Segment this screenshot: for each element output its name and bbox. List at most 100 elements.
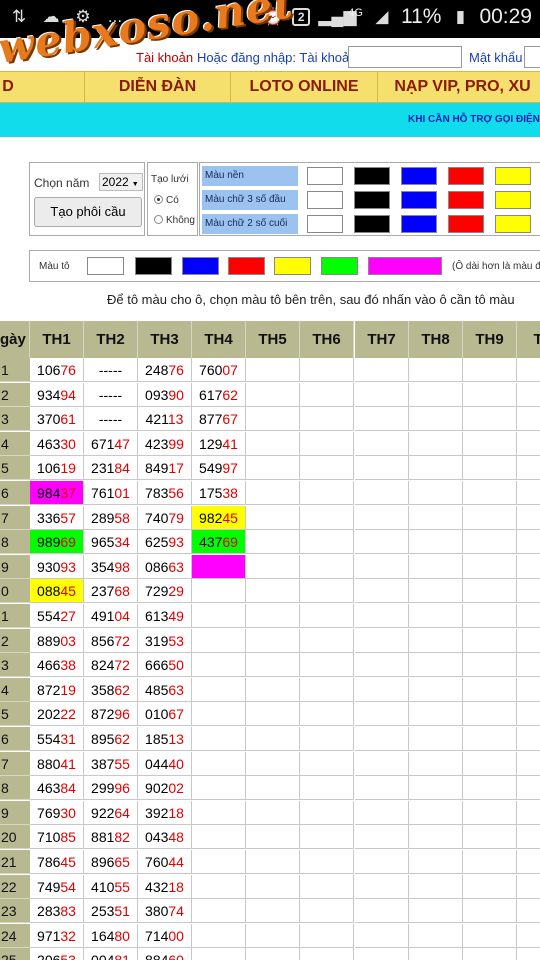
table-cell[interactable]: 38755 bbox=[84, 751, 138, 776]
swatch-black[interactable] bbox=[354, 167, 390, 185]
table-cell[interactable] bbox=[246, 727, 300, 751]
table-cell[interactable] bbox=[463, 702, 517, 727]
table-cell[interactable] bbox=[517, 923, 540, 948]
table-cell[interactable] bbox=[517, 456, 540, 481]
swatch-red[interactable] bbox=[448, 215, 484, 233]
table-cell[interactable] bbox=[463, 751, 517, 776]
table-cell[interactable] bbox=[517, 505, 540, 530]
table-cell[interactable] bbox=[192, 874, 246, 899]
table-cell[interactable] bbox=[355, 407, 409, 432]
table-cell[interactable] bbox=[463, 727, 517, 751]
table-cell[interactable]: 35498 bbox=[84, 554, 138, 579]
table-cell[interactable] bbox=[409, 702, 463, 727]
table-cell[interactable] bbox=[463, 481, 517, 505]
table-cell[interactable] bbox=[300, 481, 354, 505]
year-select[interactable]: 2022 ▼ bbox=[99, 173, 143, 191]
table-cell[interactable] bbox=[246, 899, 300, 924]
table-cell[interactable] bbox=[355, 850, 409, 874]
table-cell[interactable]: 82472 bbox=[84, 653, 138, 678]
table-cell[interactable]: 89665 bbox=[84, 850, 138, 874]
table-cell[interactable] bbox=[517, 874, 540, 899]
table-cell[interactable] bbox=[355, 653, 409, 678]
table-cell[interactable] bbox=[246, 407, 300, 432]
table-cell[interactable] bbox=[409, 653, 463, 678]
table-cell[interactable]: 10676 bbox=[30, 358, 84, 382]
table-cell[interactable]: 28958 bbox=[84, 505, 138, 530]
table-cell[interactable]: 72929 bbox=[138, 579, 192, 604]
table-cell[interactable] bbox=[517, 825, 540, 850]
table-cell[interactable]: 74954 bbox=[30, 874, 84, 899]
table-cell[interactable]: 48563 bbox=[138, 677, 192, 702]
table-cell[interactable]: 62593 bbox=[138, 530, 192, 555]
table-cell[interactable] bbox=[246, 850, 300, 874]
table-cell[interactable] bbox=[246, 431, 300, 456]
paint-white[interactable] bbox=[87, 257, 124, 275]
table-cell[interactable] bbox=[409, 948, 463, 960]
table-cell[interactable]: 39218 bbox=[138, 800, 192, 825]
table-cell[interactable] bbox=[517, 431, 540, 456]
table-cell[interactable] bbox=[409, 431, 463, 456]
paint-yellow[interactable] bbox=[274, 257, 311, 275]
table-cell[interactable] bbox=[409, 899, 463, 924]
table-cell[interactable] bbox=[192, 628, 246, 653]
table-cell[interactable] bbox=[246, 505, 300, 530]
swatch-yellow[interactable] bbox=[495, 167, 531, 185]
table-cell[interactable] bbox=[355, 948, 409, 960]
table-cell[interactable]: 23184 bbox=[84, 456, 138, 481]
table-cell[interactable]: 85672 bbox=[84, 628, 138, 653]
table-cell[interactable] bbox=[517, 530, 540, 555]
table-cell[interactable] bbox=[192, 604, 246, 628]
table-cell[interactable] bbox=[246, 751, 300, 776]
table-cell[interactable] bbox=[409, 604, 463, 628]
table-cell[interactable] bbox=[517, 358, 540, 382]
table-cell[interactable]: 71400 bbox=[138, 923, 192, 948]
table-cell[interactable]: 12941 bbox=[192, 431, 246, 456]
table-cell[interactable] bbox=[463, 530, 517, 555]
table-cell[interactable] bbox=[192, 751, 246, 776]
table-cell[interactable] bbox=[300, 751, 354, 776]
radio-off-icon[interactable] bbox=[154, 215, 163, 224]
table-cell[interactable] bbox=[246, 604, 300, 628]
table-cell[interactable] bbox=[517, 579, 540, 604]
username-input[interactable] bbox=[348, 46, 462, 68]
table-cell[interactable] bbox=[355, 825, 409, 850]
table-cell[interactable] bbox=[300, 431, 354, 456]
table-cell[interactable] bbox=[192, 702, 246, 727]
table-cell[interactable] bbox=[355, 554, 409, 579]
table-cell[interactable] bbox=[355, 579, 409, 604]
table-cell[interactable]: 09390 bbox=[138, 382, 192, 407]
table-cell[interactable] bbox=[517, 899, 540, 924]
table-cell[interactable]: 76101 bbox=[84, 481, 138, 505]
table-cell[interactable] bbox=[409, 677, 463, 702]
table-cell[interactable] bbox=[192, 800, 246, 825]
table-cell[interactable] bbox=[517, 850, 540, 874]
table-cell[interactable] bbox=[463, 850, 517, 874]
table-cell[interactable]: 87219 bbox=[30, 677, 84, 702]
table-cell[interactable]: 46384 bbox=[30, 776, 84, 801]
table-cell[interactable] bbox=[300, 677, 354, 702]
table-cell[interactable] bbox=[300, 579, 354, 604]
paint-green[interactable] bbox=[321, 257, 358, 275]
table-cell[interactable]: 61762 bbox=[192, 382, 246, 407]
swatch-black[interactable] bbox=[354, 215, 390, 233]
table-cell[interactable] bbox=[355, 604, 409, 628]
table-cell[interactable]: 42113 bbox=[138, 407, 192, 432]
table-cell[interactable] bbox=[463, 923, 517, 948]
table-cell[interactable]: ----- bbox=[84, 382, 138, 407]
table-cell[interactable] bbox=[517, 800, 540, 825]
table-cell[interactable]: 87767 bbox=[192, 407, 246, 432]
table-cell[interactable] bbox=[246, 456, 300, 481]
table-cell[interactable] bbox=[409, 727, 463, 751]
table-cell[interactable]: 98245 bbox=[192, 505, 246, 530]
table-cell[interactable] bbox=[463, 456, 517, 481]
table-cell[interactable] bbox=[463, 382, 517, 407]
table-cell[interactable] bbox=[517, 776, 540, 801]
table-cell[interactable]: 76007 bbox=[192, 358, 246, 382]
table-cell[interactable] bbox=[409, 874, 463, 899]
table-cell[interactable] bbox=[355, 702, 409, 727]
table-cell[interactable] bbox=[355, 530, 409, 555]
table-cell[interactable] bbox=[300, 554, 354, 579]
table-cell[interactable]: 93093 bbox=[30, 554, 84, 579]
table-cell[interactable]: 76044 bbox=[138, 850, 192, 874]
table-cell[interactable] bbox=[517, 677, 540, 702]
